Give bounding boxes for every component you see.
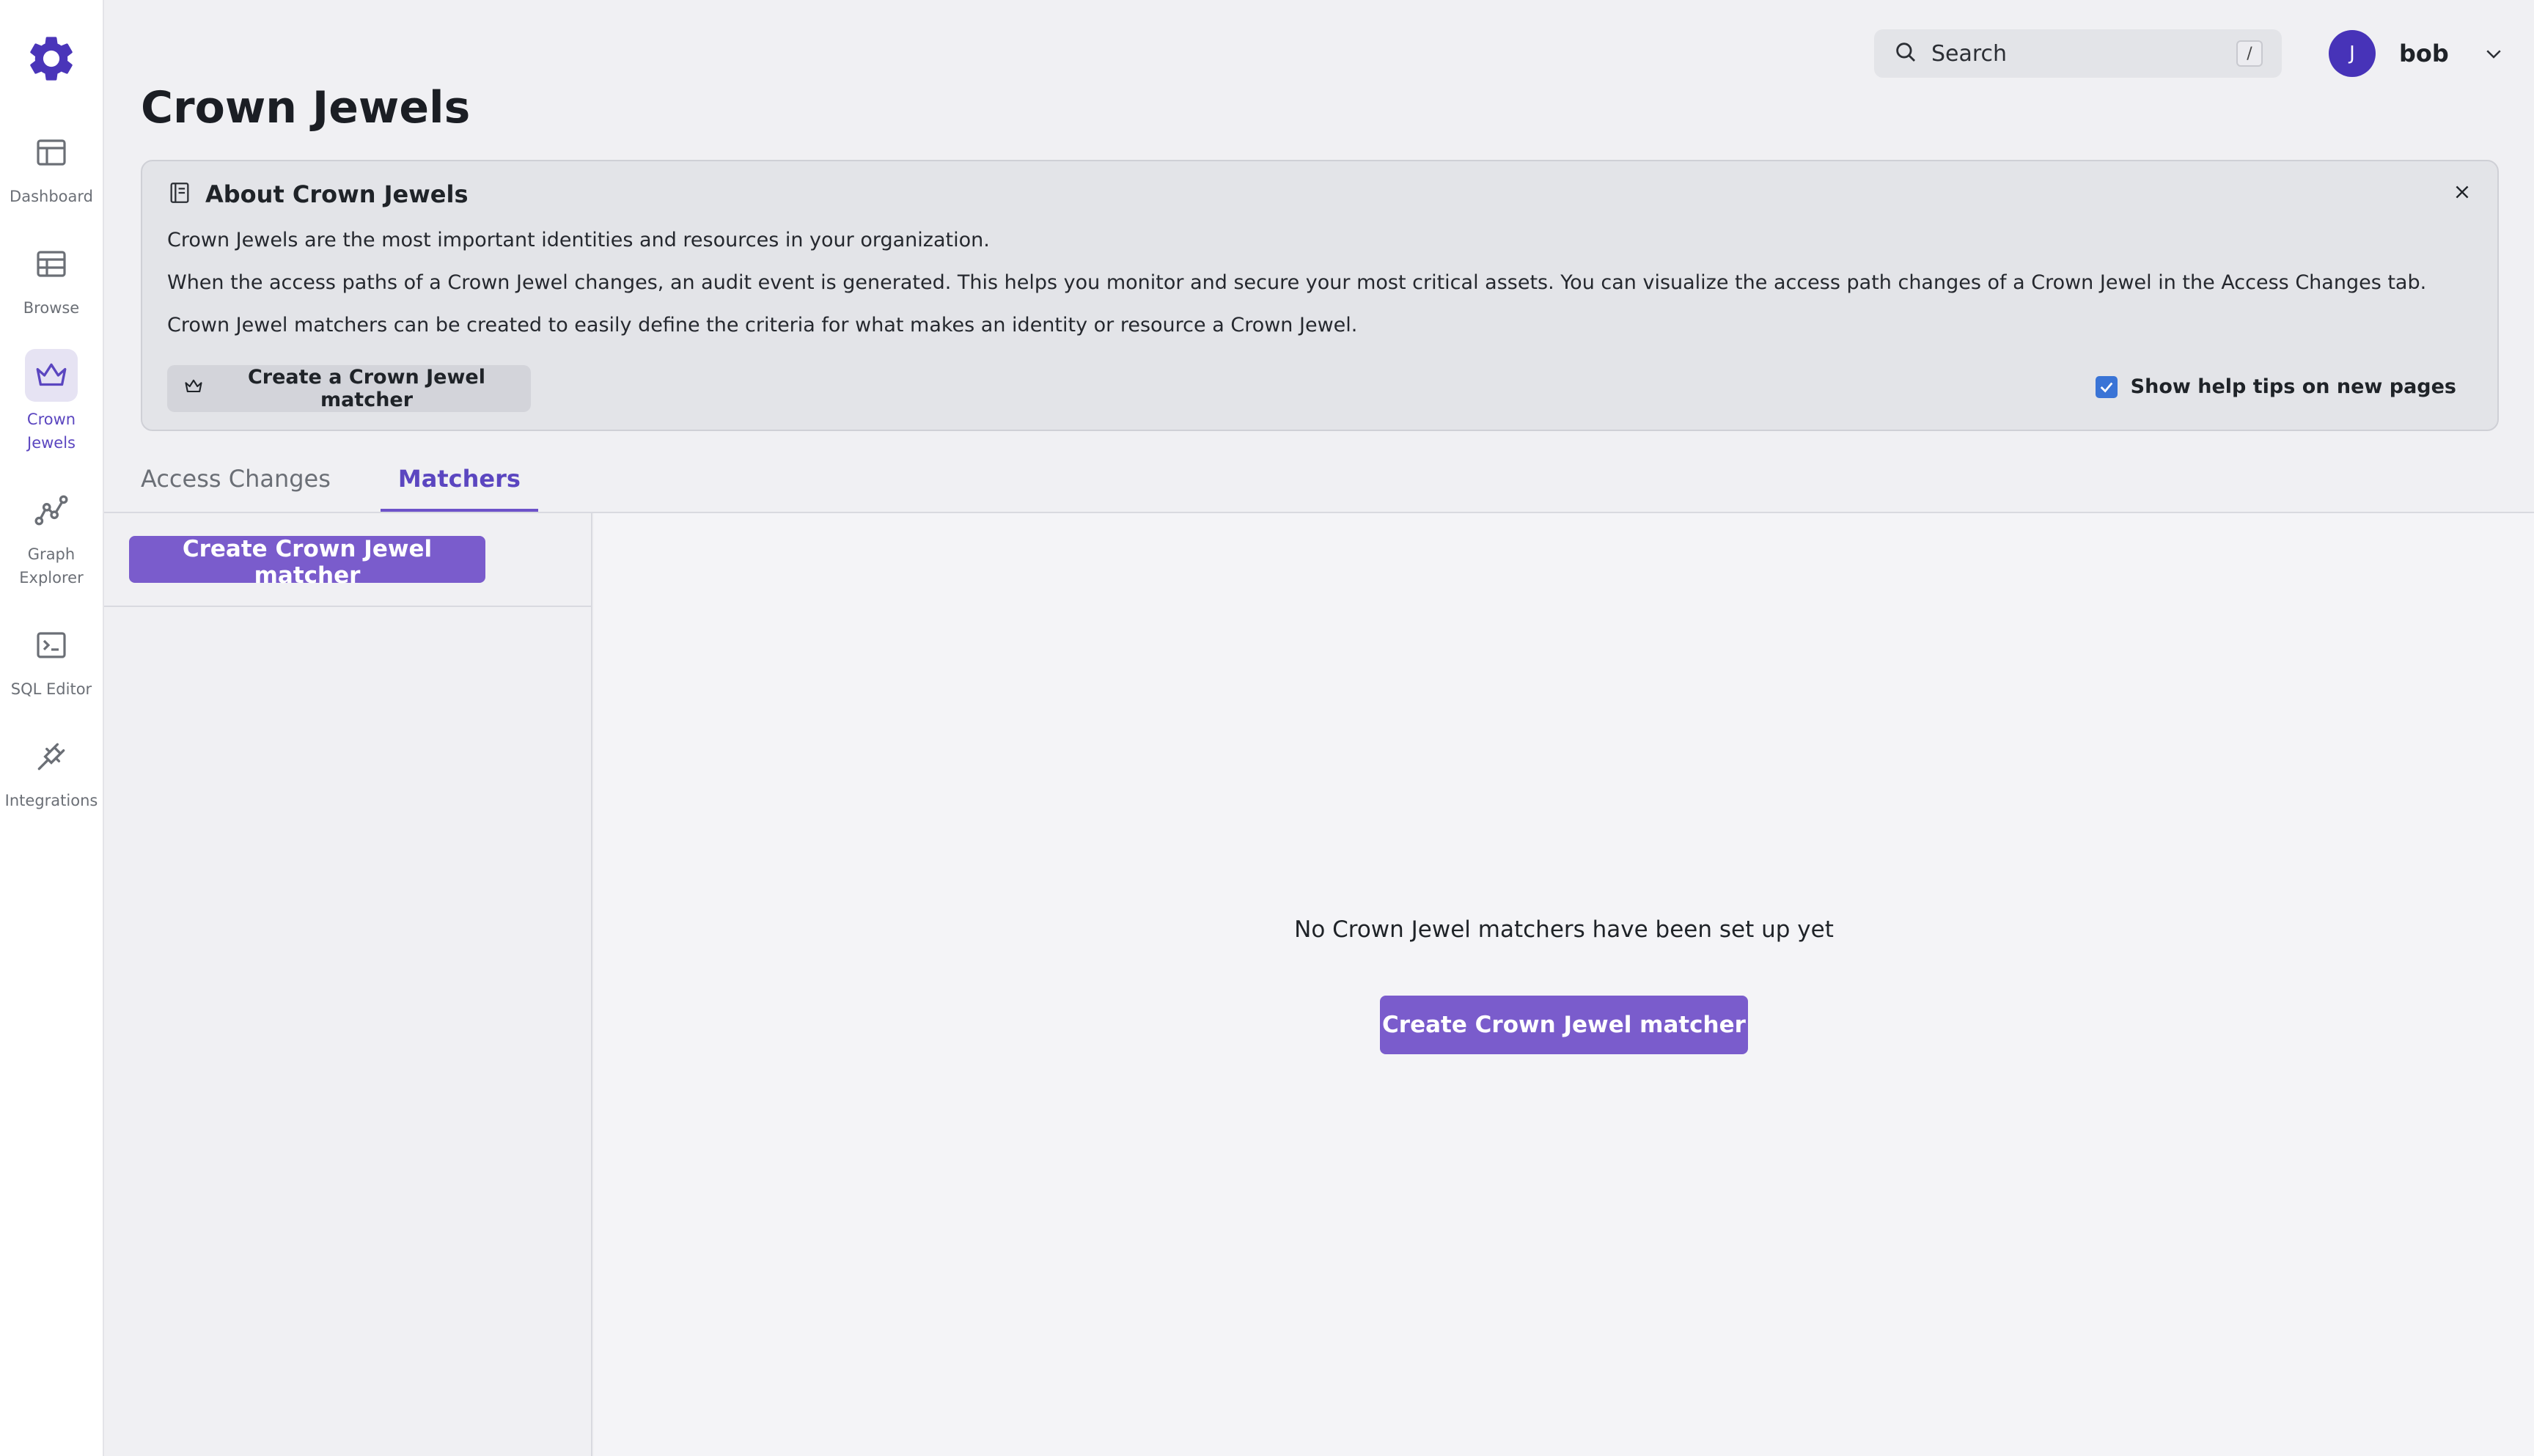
sidebar-item-label: Browse xyxy=(23,299,80,317)
sidebar-item-label: Graph Explorer xyxy=(19,545,84,587)
matchers-toolbar: Create Crown Jewel matcher xyxy=(104,513,591,607)
tab-matchers[interactable]: Matchers xyxy=(380,455,538,512)
info-card-header: About Crown Jewels xyxy=(167,180,469,208)
matchers-list-panel: Create Crown Jewel matcher xyxy=(104,513,592,1456)
table-icon xyxy=(25,238,78,290)
close-info-button[interactable] xyxy=(2446,177,2478,210)
sidebar-item-integrations[interactable]: Integrations xyxy=(0,730,103,812)
sidebar-item-graph-explorer[interactable]: Graph Explorer xyxy=(0,484,103,589)
help-tips-toggle[interactable]: Show help tips on new pages xyxy=(2095,375,2456,398)
search-shortcut-hint: / xyxy=(2236,40,2263,67)
search-input[interactable] xyxy=(1931,40,2236,67)
sidebar-item-label: SQL Editor xyxy=(10,680,92,698)
sidebar-item-crown-jewels[interactable]: Crown Jewels xyxy=(0,349,103,455)
sidebar-item-browse[interactable]: Browse xyxy=(0,238,103,320)
search-icon xyxy=(1893,40,1918,67)
avatar[interactable]: J xyxy=(2329,30,2376,77)
help-tips-checkbox[interactable] xyxy=(2095,375,2118,398)
sidebar-item-label: Integrations xyxy=(4,792,98,809)
terminal-icon xyxy=(25,619,78,672)
help-tips-label: Show help tips on new pages xyxy=(2130,375,2456,398)
info-text-line: When the access paths of a Crown Jewel c… xyxy=(167,271,2427,294)
close-icon xyxy=(2453,183,2472,205)
dashboard-icon xyxy=(25,126,78,179)
graph-icon xyxy=(25,484,78,537)
tab-access-changes[interactable]: Access Changes xyxy=(141,455,331,512)
about-crown-jewels-card: About Crown Jewels Crown Jewels are the … xyxy=(141,160,2499,431)
button-label: Create a Crown Jewel matcher xyxy=(247,366,485,411)
sidebar-item-dashboard[interactable]: Dashboard xyxy=(0,126,103,208)
empty-state-text: No Crown Jewel matchers have been set up… xyxy=(1294,916,1834,943)
create-crown-jewel-matcher-button[interactable]: Create Crown Jewel matcher xyxy=(129,536,485,589)
sidebar: Dashboard Browse Crown Jewels Graph Expl… xyxy=(0,0,104,1456)
logo-gear-icon[interactable] xyxy=(22,29,81,88)
info-text-line: Crown Jewels are the most important iden… xyxy=(167,229,990,251)
create-crown-jewel-matcher-info-button[interactable]: Create a Crown Jewel matcher xyxy=(167,365,531,412)
document-icon xyxy=(167,180,192,208)
crown-icon xyxy=(183,376,204,402)
sidebar-item-label: Crown Jewels xyxy=(26,411,76,452)
crown-icon xyxy=(25,349,78,402)
user-name[interactable]: bob xyxy=(2399,40,2449,67)
matcher-detail-panel: No Crown Jewel matchers have been set up… xyxy=(594,513,2534,1456)
chevron-down-icon[interactable] xyxy=(2483,43,2505,65)
user-menu[interactable]: J bob xyxy=(2329,29,2505,78)
plug-icon xyxy=(25,730,78,783)
page-title: Crown Jewels xyxy=(141,82,471,133)
empty-state-create-matcher-button[interactable]: Create Crown Jewel matcher xyxy=(1380,996,1748,1054)
sidebar-item-sql-editor[interactable]: SQL Editor xyxy=(0,619,103,701)
search-box[interactable]: / xyxy=(1874,29,2282,78)
info-card-title: About Crown Jewels xyxy=(205,180,469,208)
app-root: Dashboard Browse Crown Jewels Graph Expl… xyxy=(0,0,2534,1456)
tab-bar: Access Changes Matchers xyxy=(141,455,588,512)
sidebar-item-label: Dashboard xyxy=(10,188,93,205)
info-text-line: Crown Jewel matchers can be created to e… xyxy=(167,314,1358,337)
